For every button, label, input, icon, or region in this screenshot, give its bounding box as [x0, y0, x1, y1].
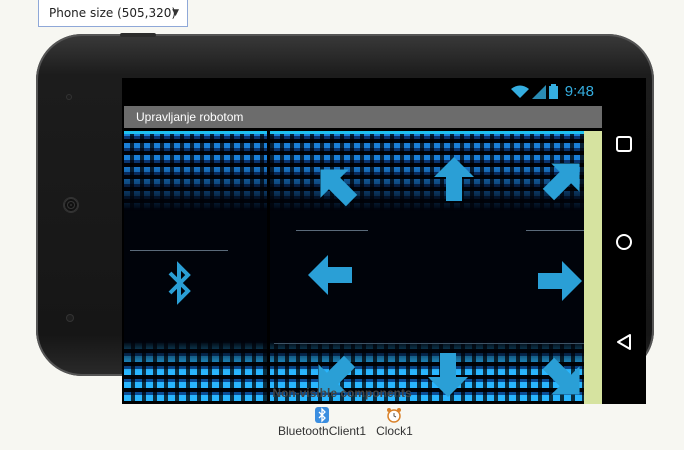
- arrow-up-right-icon: [542, 163, 580, 201]
- arrow-up-icon: [434, 157, 474, 201]
- sensor-dot: [66, 94, 72, 100]
- wifi-icon: [510, 85, 529, 98]
- divider-line: [296, 230, 368, 231]
- recent-apps-icon: [616, 136, 632, 152]
- arrow-left-icon: [308, 255, 352, 295]
- bluetooth-icon: [315, 407, 330, 423]
- clock-icon: [387, 408, 402, 423]
- layout-strip: [584, 131, 602, 404]
- status-bar: 9:48: [122, 78, 602, 106]
- up-left-button[interactable]: [312, 161, 360, 209]
- phone-size-select[interactable]: Phone size (505,320) ▼: [38, 0, 188, 27]
- arrow-up-left-icon: [320, 169, 358, 207]
- non-visible-label: BluetoothClient1: [278, 424, 367, 438]
- chevron-down-icon: ▼: [172, 8, 179, 18]
- non-visible-title: Non-visible components: [272, 386, 412, 400]
- left-button[interactable]: [306, 251, 354, 299]
- phone-size-label: Phone size (505,320): [49, 6, 177, 20]
- non-visible-item-clock[interactable]: Clock1: [376, 406, 413, 438]
- app-title-bar: Upravljanje robotom: [124, 106, 602, 128]
- divider-line: [130, 250, 228, 251]
- back-button[interactable]: [610, 328, 638, 356]
- home-button[interactable]: [610, 228, 638, 256]
- phone-frame: 9:48 Upravljanje robotom: [36, 33, 654, 404]
- divider-line: [274, 343, 584, 344]
- bluetooth-button[interactable]: [162, 259, 196, 307]
- right-button[interactable]: [536, 257, 584, 305]
- home-icon: [616, 234, 632, 250]
- battery-icon: [548, 84, 558, 99]
- app-title: Upravljanje robotom: [136, 110, 244, 124]
- signal-icon: [531, 84, 546, 99]
- status-time: 9:48: [564, 83, 594, 100]
- recent-apps-button[interactable]: [610, 130, 638, 158]
- non-visible-item-bluetooth[interactable]: BluetoothClient1: [278, 406, 366, 438]
- android-nav-bar: [602, 78, 646, 404]
- divider-line: [526, 230, 584, 231]
- panel-divider: [267, 131, 270, 401]
- back-icon: [617, 334, 631, 350]
- up-right-button[interactable]: [540, 155, 584, 203]
- phone-button-top: [120, 33, 156, 37]
- control-panel: [124, 131, 584, 401]
- phone-screen: 9:48 Upravljanje robotom: [122, 78, 646, 404]
- up-button[interactable]: [430, 155, 478, 203]
- top-accent-line: [124, 131, 584, 134]
- non-visible-list: BluetoothClient1 Clock1: [278, 406, 413, 438]
- camera-dot: [66, 314, 74, 322]
- bluetooth-icon: [168, 261, 191, 305]
- speaker-icon: [63, 197, 79, 213]
- arrow-right-icon: [538, 261, 582, 301]
- non-visible-label: Clock1: [376, 424, 413, 438]
